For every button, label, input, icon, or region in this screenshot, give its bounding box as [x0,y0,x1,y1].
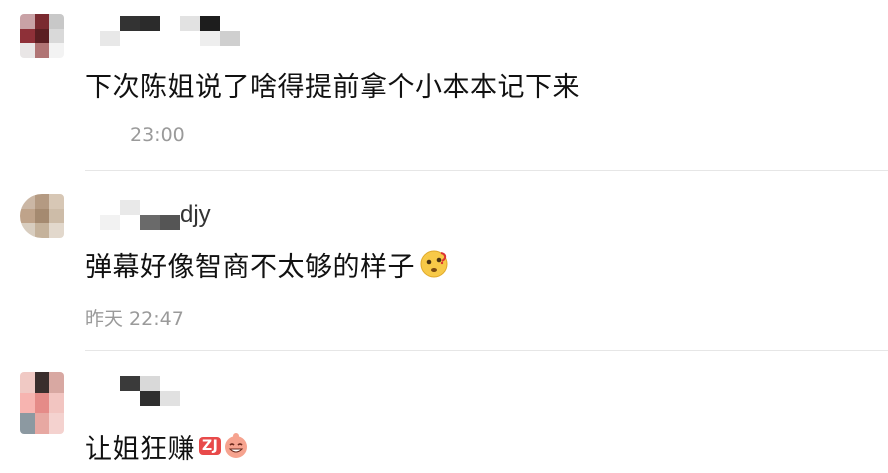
comment-item: 下次陈姐说了啥得提前拿个小本本记下来 23:00 [0,0,888,172]
username-mosaic [100,200,180,230]
avatar-pixel [34,43,50,58]
comment-text: 下次陈姐说了啥得提前拿个小本本记下来 [85,71,580,103]
avatar-pixel [20,372,35,393]
avatar-pixel [34,28,50,44]
avatar-pixel [34,372,50,393]
badge-emoji: ZJ [199,437,222,455]
username-label: djy [180,201,211,228]
avatar-pixel [49,413,64,434]
laughing-face-emoji [225,433,248,458]
avatar-pixel [20,392,35,414]
avatar-pixel [49,372,64,393]
avatar-pixel [34,194,50,209]
avatar-pixel [49,194,64,209]
avatar-pixel [20,194,35,209]
avatar-pixel [49,14,64,29]
avatar-pixel [34,413,50,434]
username-mosaic [100,376,180,406]
avatar-pixel [34,223,50,238]
username[interactable]: djy [100,200,211,230]
avatar-pixel [49,28,64,44]
comment-item: djy 弹幕好像智商不太够的样子 昨天 22:47 [0,172,888,352]
comment-time: 昨天 22:47 [85,308,184,330]
avatar-pixel [49,392,64,414]
avatar[interactable] [20,372,64,434]
avatar-pixel [34,14,50,29]
username-pixelated[interactable] [100,376,180,406]
avatar-pixel [20,14,35,29]
comment-text-label: 让姐狂赚 [85,433,195,465]
avatar-pixel [20,223,35,238]
divider [85,350,888,351]
avatar-pixel [49,208,64,224]
avatar-pixel [20,28,35,44]
avatar-pixel [20,43,35,58]
thinking-face-emoji [420,250,448,278]
comment-text: 让姐狂赚 ZJ [85,426,250,466]
avatar-pixel [20,413,35,434]
avatar-pixel [34,392,50,414]
avatar-pixel [20,208,35,224]
comment-time: 23:00 [130,124,185,146]
username-mosaic [100,16,240,46]
avatar[interactable] [20,14,64,58]
username-pixelated[interactable] [100,16,240,46]
divider [85,170,888,171]
comment-item: 让姐狂赚 ZJ [0,352,888,473]
avatar-pixel [49,43,64,58]
avatar-pixel [34,208,50,224]
comment-text: 弹幕好像智商不太够的样子 [85,244,449,284]
avatar[interactable] [20,194,64,238]
avatar-pixel [49,223,64,238]
comment-text-label: 弹幕好像智商不太够的样子 [85,251,415,283]
